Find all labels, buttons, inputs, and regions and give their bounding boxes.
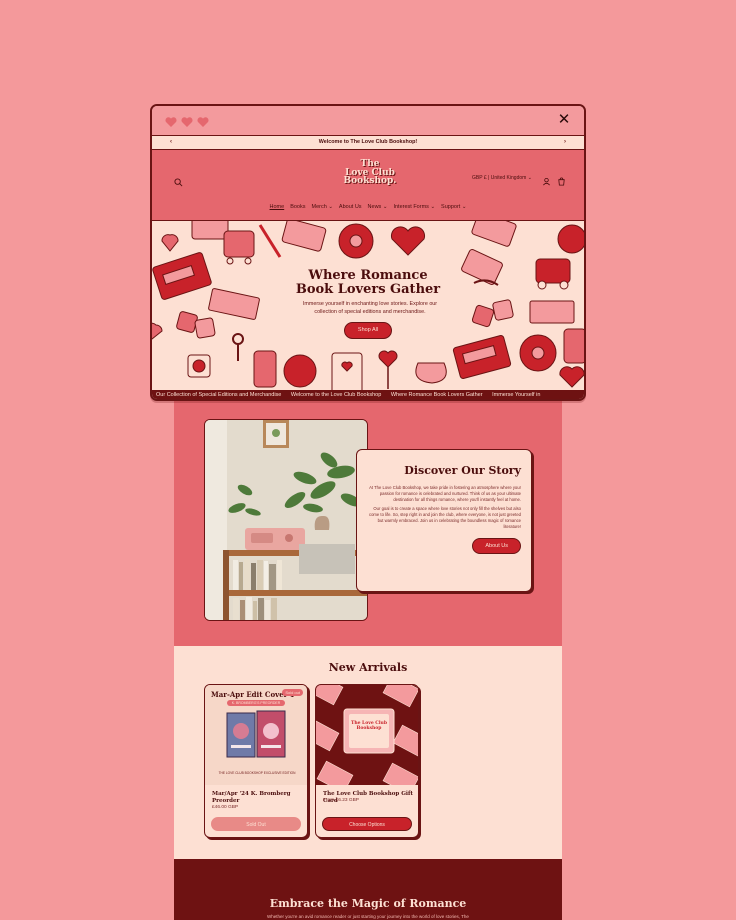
chevron-left-icon[interactable]: ‹ xyxy=(170,136,172,149)
story-paragraph-1: At The Love Club Bookshop, we take pride… xyxy=(369,485,521,502)
sold-out-button[interactable]: Sold Out xyxy=(211,817,301,831)
product-card-preorder[interactable]: Mar-Apr Edit Cover 1 Sold out K. BROMBER… xyxy=(204,684,308,838)
site-header: The Love Club Bookshop. GBP £ | United K… xyxy=(152,150,584,221)
product-card-gift-card[interactable]: The Love Club Bookshop The Love Club Boo… xyxy=(315,684,419,838)
marquee-item: Welcome to the Love Club Bookshop xyxy=(290,392,382,398)
chevron-down-icon: ⌄ xyxy=(328,204,333,210)
product-strip: K. BROMBERG'S PREORDER xyxy=(227,700,285,706)
nav-label: Support xyxy=(441,204,461,210)
product-name[interactable]: Mar/Apr '24 K. Bromberg Preorder xyxy=(212,791,304,804)
sold-out-badge: Sold out xyxy=(282,689,303,696)
nav-item-books[interactable]: Books xyxy=(290,204,305,210)
hero-title-line: Where Romance xyxy=(308,268,428,283)
hero-title: Where Romance Book Lovers Gather xyxy=(152,269,584,297)
window-titlebar: ✕ xyxy=(152,106,584,136)
nav-item-merch[interactable]: Merch ⌄ xyxy=(312,204,333,210)
chevron-right-icon[interactable]: › xyxy=(564,136,566,149)
heart-icon[interactable] xyxy=(197,115,209,127)
chevron-down-icon: ⌄ xyxy=(527,175,532,181)
announcement-text: Welcome to The Love Club Bookshop! xyxy=(318,139,418,145)
chevron-down-icon: ⌄ xyxy=(382,204,388,210)
marquee-item: Where Romance Book Lovers Gather xyxy=(390,392,483,398)
hero-title-line: Book Lovers Gather xyxy=(295,282,441,297)
choose-options-button[interactable]: Choose Options xyxy=(322,817,412,831)
marquee-item: Our Collection of Special Editions and M… xyxy=(156,392,282,398)
nav-item-support[interactable]: Support ⌄ xyxy=(441,204,466,210)
nav-item-news[interactable]: News ⌄ xyxy=(368,204,388,210)
cart-icon[interactable] xyxy=(557,177,566,186)
hero-section: Where Romance Book Lovers Gather Immerse… xyxy=(152,221,584,390)
announcement-bar: ‹ Welcome to The Love Club Bookshop! › xyxy=(152,136,584,150)
footer-section: Embrace the Magic of Romance Whether you… xyxy=(174,859,562,920)
heart-icon[interactable] xyxy=(181,115,193,127)
account-icon[interactable] xyxy=(542,177,551,186)
nav-item-interest-forms[interactable]: Interest Forms ⌄ xyxy=(393,204,435,210)
footer-text: Whether you're an avid romance reader or… xyxy=(267,914,469,919)
footer-title: Embrace the Magic of Romance xyxy=(269,897,467,910)
product-price: £46.00 GBP xyxy=(212,805,239,810)
search-icon[interactable] xyxy=(174,178,183,187)
new-arrivals-title: New Arrivals xyxy=(328,661,408,674)
product-image-preorder: Mar-Apr Edit Cover 1 Sold out K. BROMBER… xyxy=(205,685,307,785)
logo-line: Bookshop. xyxy=(343,176,397,186)
nav-label: News xyxy=(367,204,382,210)
currency-selector[interactable]: GBP £ | United Kingdom ⌄ xyxy=(472,175,532,181)
site-logo[interactable]: The Love Club Bookshop. xyxy=(340,160,400,186)
book-covers-image xyxy=(226,710,286,758)
shop-all-button[interactable]: Shop All xyxy=(344,322,392,339)
heart-icon[interactable] xyxy=(165,115,177,127)
currency-label: GBP £ | United Kingdom xyxy=(472,175,527,181)
nav-label: Merch xyxy=(311,204,327,210)
marquee-item: Immerse Yourself in xyxy=(492,392,541,398)
nav-item-about-us[interactable]: About Us xyxy=(339,204,362,210)
browser-window: ✕ ‹ Welcome to The Love Club Bookshop! ›… xyxy=(150,104,586,401)
main-nav: Home Books Merch ⌄ About Us News ⌄ Inter… xyxy=(152,204,584,210)
story-paragraph-2: Our goal is to create a space where love… xyxy=(369,506,521,529)
gift-card-text: The Love Club Bookshop xyxy=(351,721,387,731)
nav-label: Interest Forms xyxy=(393,204,429,210)
story-card: Discover Our Story At The Love Club Book… xyxy=(356,449,532,592)
close-icon[interactable]: ✕ xyxy=(556,112,572,128)
hero-subtitle: Immerse yourself in enchanting love stor… xyxy=(302,301,438,315)
window-hearts xyxy=(165,115,209,127)
story-title: Discover Our Story xyxy=(404,464,521,477)
product-small-print: THE LOVE CLUB BOOKSHOP EXCLUSIVE EDITION xyxy=(218,771,296,775)
chevron-down-icon: ⌄ xyxy=(430,204,436,210)
scrolling-marquee: Our Collection of Special Editions and M… xyxy=(152,390,584,399)
product-price: From £6.23 GBP xyxy=(323,798,359,803)
nav-item-home[interactable]: Home xyxy=(270,204,285,210)
about-us-button[interactable]: About Us xyxy=(472,538,521,554)
story-photo xyxy=(204,419,368,621)
product-image-gift-card: The Love Club Bookshop xyxy=(316,685,418,796)
new-arrivals-section: New Arrivals Mar-Apr Edit Cover 1 Sold o… xyxy=(174,646,562,859)
chevron-down-icon: ⌄ xyxy=(461,204,467,210)
